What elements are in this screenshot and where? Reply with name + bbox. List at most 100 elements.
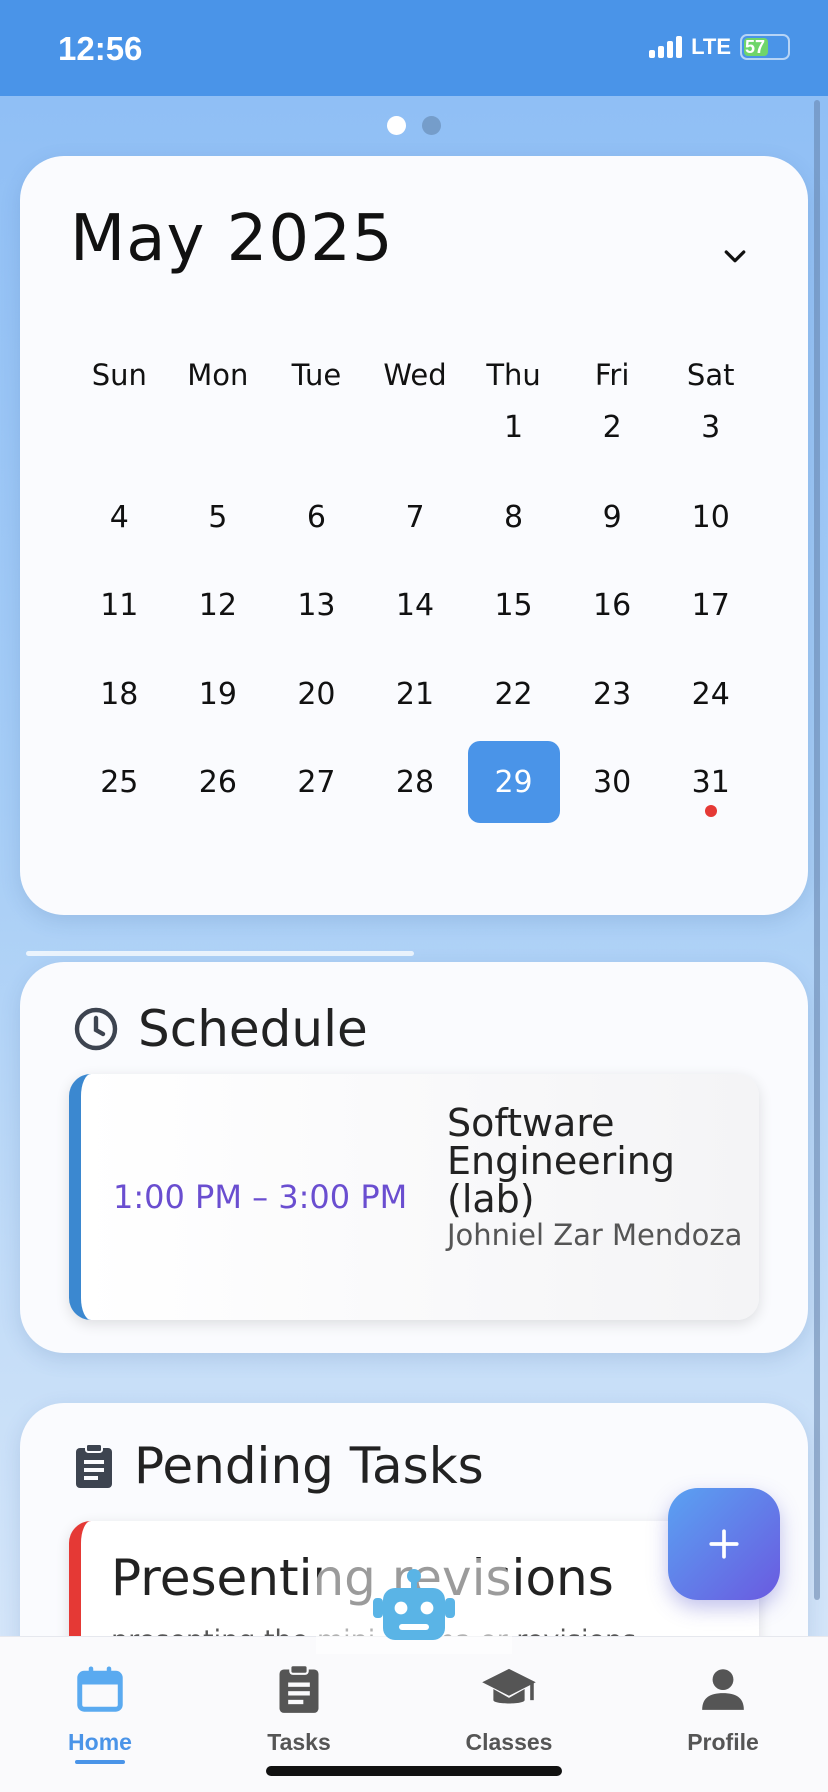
day-number: 19: [198, 676, 237, 712]
add-button[interactable]: [668, 1488, 780, 1600]
day-number: 14: [395, 587, 435, 623]
calendar-day[interactable]: 12: [169, 564, 268, 646]
assistant-button[interactable]: [316, 1558, 512, 1654]
calendar-day[interactable]: 28: [366, 741, 465, 823]
clock-icon: [74, 1007, 118, 1051]
pending-tasks-header: Pending Tasks: [72, 1437, 484, 1495]
calendar-day[interactable]: 18: [70, 653, 169, 735]
calendar-day[interactable]: 6: [267, 476, 366, 558]
calendar-day[interactable]: 26: [169, 741, 268, 823]
robot-icon: [373, 1569, 455, 1640]
event-marker: [704, 805, 717, 817]
clipboard-icon: [76, 1443, 112, 1488]
calendar-day[interactable]: 21: [366, 653, 465, 735]
day-number: 1: [504, 409, 524, 445]
calendar-week-row: 11 12 13 14 15 16 17: [70, 564, 760, 646]
calendar-day[interactable]: 16: [563, 564, 662, 646]
day-number: 12: [198, 587, 237, 623]
clipboard-icon: [279, 1664, 319, 1713]
day-number: 29: [467, 741, 560, 823]
day-number: 27: [297, 764, 336, 800]
calendar-day[interactable]: 11: [70, 564, 169, 646]
calendar-empty-cell: [70, 386, 169, 468]
calendar-empty-cell: [366, 386, 465, 468]
day-number: 5: [208, 499, 228, 535]
calendar-empty-cell: [267, 386, 366, 468]
schedule-card: Schedule 1:00 PM – 3:00 PM Software Engi…: [20, 962, 808, 1353]
day-number: 15: [494, 587, 533, 623]
schedule-item[interactable]: 1:00 PM – 3:00 PM Software Engineering (…: [69, 1074, 759, 1320]
status-time: 12:56: [58, 30, 143, 67]
calendar-day[interactable]: 22: [464, 653, 563, 735]
day-number: 4: [109, 499, 129, 535]
signal-icon: [649, 36, 683, 58]
status-bar: 12:56 LTE 57: [0, 0, 828, 96]
calendar-week-row: 25 26 27 28 29 30 31: [70, 741, 760, 823]
page-dot[interactable]: [387, 116, 406, 135]
day-number: 22: [494, 676, 533, 712]
calendar-day[interactable]: 23: [563, 653, 662, 735]
calendar-day[interactable]: 8: [464, 476, 563, 558]
calendar-day[interactable]: 27: [267, 741, 366, 823]
calendar-icon: [77, 1666, 123, 1712]
status-icons: LTE 57: [649, 34, 790, 60]
calendar-day[interactable]: 3: [661, 386, 760, 468]
calendar-day[interactable]: 30: [563, 741, 662, 823]
calendar-day[interactable]: 4: [70, 476, 169, 558]
calendar-day[interactable]: 29: [464, 741, 563, 823]
calendar-day[interactable]: 13: [267, 564, 366, 646]
battery-level: 57: [745, 36, 766, 57]
calendar-day[interactable]: 24: [661, 653, 760, 735]
schedule-time: 1:00 PM – 3:00 PM: [113, 1178, 408, 1216]
calendar-day[interactable]: 31: [661, 741, 760, 823]
calendar-day[interactable]: 17: [661, 564, 760, 646]
calendar-week-row: 18 19 20 21 22 23 24: [70, 653, 760, 735]
nav-label: Tasks: [267, 1729, 331, 1755]
day-number: 26: [198, 764, 237, 800]
nav-label: Profile: [687, 1729, 759, 1755]
day-number: 8: [504, 499, 524, 535]
month-title[interactable]: May 2025: [70, 202, 394, 276]
nav-profile[interactable]: Profile: [643, 1659, 803, 1756]
calendar-day[interactable]: 1: [464, 386, 563, 468]
nav-classes[interactable]: Classes: [429, 1659, 589, 1756]
calendar-card: May 2025 Sun Mon Tue Wed Thu Fri Sat 123456789…: [20, 156, 808, 915]
calendar-day[interactable]: 2: [563, 386, 662, 468]
calendar-day[interactable]: 5: [169, 476, 268, 558]
calendar-week-row: 1 2 3: [70, 386, 760, 468]
chevron-down-icon[interactable]: [720, 242, 750, 272]
calendar-day[interactable]: 19: [169, 653, 268, 735]
schedule-title: Schedule: [138, 1000, 368, 1058]
schedule-instructor: Johniel Zar Mendoza: [447, 1218, 743, 1252]
graduation-cap-icon: [482, 1668, 536, 1704]
day-number: 7: [405, 499, 425, 535]
day-number: 6: [306, 499, 326, 535]
battery-icon: 57: [740, 34, 790, 60]
calendar-day[interactable]: 7: [366, 476, 465, 558]
horizontal-scroll-indicator: [26, 951, 414, 956]
nav-label: Home: [68, 1729, 132, 1755]
calendar-day[interactable]: 10: [661, 476, 760, 558]
schedule-course: Software Engineering (lab): [447, 1101, 675, 1221]
calendar-week-row: 4 5 6 7 8 9 10: [70, 476, 760, 558]
page-dot[interactable]: [422, 116, 441, 135]
home-indicator[interactable]: [266, 1766, 562, 1776]
person-icon: [702, 1669, 744, 1710]
page-indicator[interactable]: [0, 116, 828, 135]
active-tab-indicator: [75, 1760, 125, 1764]
calendar-day[interactable]: 9: [563, 476, 662, 558]
day-number: 13: [297, 587, 336, 623]
nav-tasks[interactable]: Tasks: [219, 1659, 379, 1756]
calendar-day[interactable]: 20: [267, 653, 366, 735]
vertical-scrollbar[interactable]: [814, 100, 820, 1600]
schedule-header: Schedule: [72, 1000, 368, 1058]
day-number: 17: [691, 587, 730, 623]
calendar-day[interactable]: 14: [366, 564, 465, 646]
day-number: 18: [100, 676, 139, 712]
nav-home[interactable]: Home: [20, 1659, 180, 1764]
day-number: 28: [395, 764, 435, 800]
day-number: 31: [691, 764, 730, 800]
calendar-day[interactable]: 25: [70, 741, 169, 823]
calendar-day[interactable]: 15: [464, 564, 563, 646]
day-number: 23: [593, 676, 632, 712]
